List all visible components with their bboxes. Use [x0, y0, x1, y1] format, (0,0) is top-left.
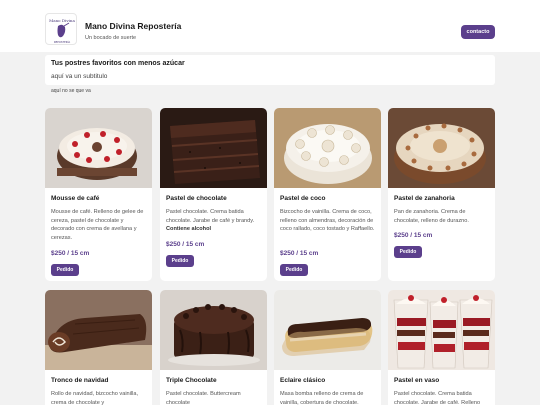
brand-name: Mano Divina Repostería [85, 21, 182, 31]
order-button[interactable]: Pedido [166, 255, 194, 267]
product-card-eclaire-clasico: Eclaire clásico Masa bomba relleno de cr… [274, 290, 381, 405]
product-description: Pastel chocolate. Crema batida chocolate… [394, 391, 481, 405]
product-card-pastel-de-coco: Pastel de coco Bizcocho de vainilla. Cre… [274, 108, 381, 281]
product-name: Eclaire clásico [280, 377, 326, 384]
contact-button[interactable]: contacto [461, 25, 495, 39]
product-name: Tronco de navidad [51, 377, 109, 384]
product-name: Pastel de zanahoria [394, 195, 455, 202]
product-card-tronco-de-navidad: Tronco de navidad Rollo de navidad, bizc… [45, 290, 152, 405]
product-description: Pastel chocolate. Crema batida chocolate… [166, 209, 255, 233]
product-description: Mousse de café. Relleno de gelee de cere… [51, 209, 144, 241]
cake-coffee-mousse-image[interactable] [45, 108, 152, 188]
cake-yule-log-image[interactable] [45, 290, 152, 370]
product-description: Bizcocho de vainilla. Crema de coco, rel… [280, 209, 375, 233]
cake-triple-chocolate-image[interactable] [160, 290, 267, 370]
svg-text:REPOSTERÍA: REPOSTERÍA [54, 39, 70, 44]
product-name: Triple Chocolate [166, 377, 217, 384]
cake-in-cup-image[interactable] [388, 290, 495, 370]
svg-text:Mano Divina: Mano Divina [49, 18, 75, 23]
site-header: Mano Divina REPOSTERÍA Mano Divina Repos… [0, 0, 540, 52]
product-description: Pan de zanahoria. Crema de chocolate, re… [394, 209, 469, 224]
order-button[interactable]: Pedido [394, 246, 422, 258]
product-description: Rollo de navidad, bizcocho vainilla, cre… [51, 391, 139, 405]
eclair-image[interactable] [274, 290, 381, 370]
product-price: $250 / 15 cm [51, 250, 90, 257]
order-button[interactable]: Pedido [51, 264, 79, 276]
product-price: $250 / 15 cm [166, 241, 205, 248]
product-name: Mousse de café [51, 195, 100, 202]
product-description: Pastel chocolate. Buttercream chocolate [166, 391, 241, 405]
product-card-triple-chocolate: Triple Chocolate Pastel chocolate. Butte… [160, 290, 267, 405]
brand-tagline: Un bocado de suerte [85, 35, 137, 41]
product-name: Pastel en vaso [394, 377, 440, 384]
product-card-mousse-de-cafe: Mousse de café Mousse de café. Relleno d… [45, 108, 152, 281]
product-name: Pastel de coco [280, 195, 326, 202]
product-description: Masa bomba relleno de crema de vainilla,… [280, 391, 364, 405]
intro-note: aquí no se que va [51, 88, 91, 94]
intro-title: Tus postres favoritos con menos azúcar [51, 60, 185, 67]
cake-carrot-image[interactable] [388, 108, 495, 188]
intro-banner: Tus postres favoritos con menos azúcar a… [45, 55, 495, 85]
cake-chocolate-image[interactable] [160, 108, 267, 188]
product-note: Contiene alcohol [166, 226, 212, 233]
product-price: $250 / 15 cm [280, 250, 319, 257]
order-button[interactable]: Pedido [280, 264, 308, 276]
product-name: Pastel de chocolate [166, 195, 227, 202]
cake-coconut-image[interactable] [274, 108, 381, 188]
product-card-pastel-de-chocolate: Pastel de chocolate Pastel chocolate. Cr… [160, 108, 267, 281]
product-price: $250 / 15 cm [394, 232, 433, 239]
brand-logo[interactable]: Mano Divina REPOSTERÍA [45, 13, 77, 45]
product-card-pastel-de-zanahoria: Pastel de zanahoria Pan de zanahoria. Cr… [388, 108, 495, 281]
product-card-pastel-en-vaso: Pastel en vaso Pastel chocolate. Crema b… [388, 290, 495, 405]
intro-subtitle: aquí va un subtitulo [51, 73, 108, 80]
